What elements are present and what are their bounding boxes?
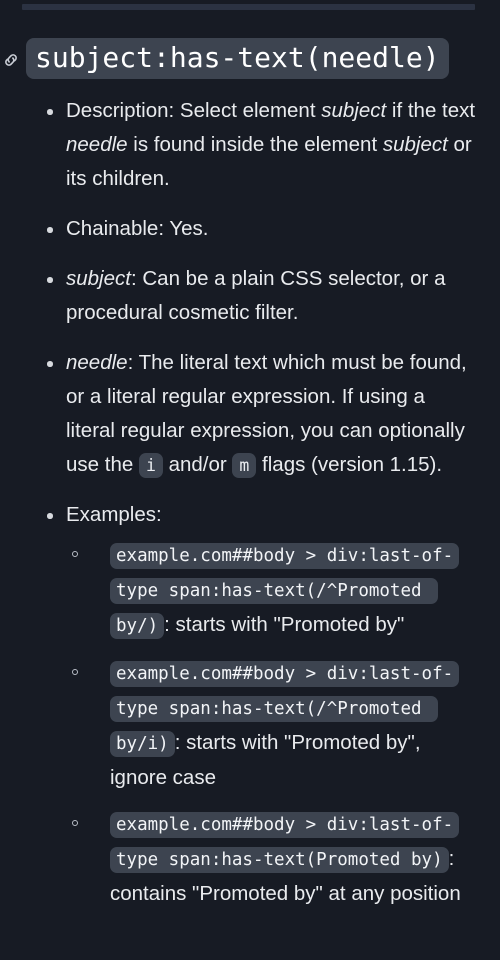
needle-text-part-2: and/or: [162, 453, 233, 476]
doc-bullet-list: Description: Select element subject if t…: [0, 94, 500, 910]
flag-m-code: m: [232, 453, 257, 478]
documentation-page: subject:has-text(needle) Description: Se…: [0, 0, 500, 960]
section-heading: subject:has-text(needle): [0, 38, 500, 79]
list-item-example-2: example.com##body > div:last-of-type spa…: [66, 656, 478, 794]
example-3-code[interactable]: example.com##body > div:last-of-type spa…: [110, 812, 460, 873]
link-icon[interactable]: [2, 51, 20, 69]
subject-em: subject: [66, 267, 131, 290]
examples-label: Examples:: [66, 503, 162, 526]
list-item-chainable: Chainable: Yes.: [0, 212, 500, 246]
list-item-needle: needle: The literal text which must be f…: [0, 346, 500, 482]
example-1-note: : starts with "Promoted by": [164, 613, 405, 636]
list-item-example-1: example.com##body > div:last-of-type spa…: [66, 538, 478, 643]
list-item-examples: Examples: example.com##body > div:last-o…: [0, 498, 500, 910]
description-mid-1: if the text: [386, 99, 476, 122]
flag-i-code: i: [138, 453, 163, 478]
needle-text-part-3: flags (version 1.15).: [256, 453, 443, 476]
doc-content: Description: Select element subject if t…: [0, 94, 500, 926]
examples-list: example.com##body > div:last-of-type spa…: [66, 538, 478, 910]
chainable-text: Chainable: Yes.: [66, 217, 209, 240]
description-em-subject-1: subject: [321, 99, 387, 122]
list-item-example-3: example.com##body > div:last-of-type spa…: [66, 807, 478, 910]
list-item-subject: subject: Can be a plain CSS selector, or…: [0, 262, 500, 330]
description-mid-2: is found inside the element: [127, 133, 383, 156]
top-scroll-indicator[interactable]: [22, 4, 475, 10]
description-em-subject-2: subject: [382, 133, 448, 156]
description-prefix: Description: Select element: [66, 99, 322, 122]
description-em-needle: needle: [66, 133, 128, 156]
list-item-description: Description: Select element subject if t…: [0, 94, 500, 196]
needle-em: needle: [66, 351, 128, 374]
page-title: subject:has-text(needle): [26, 38, 449, 79]
